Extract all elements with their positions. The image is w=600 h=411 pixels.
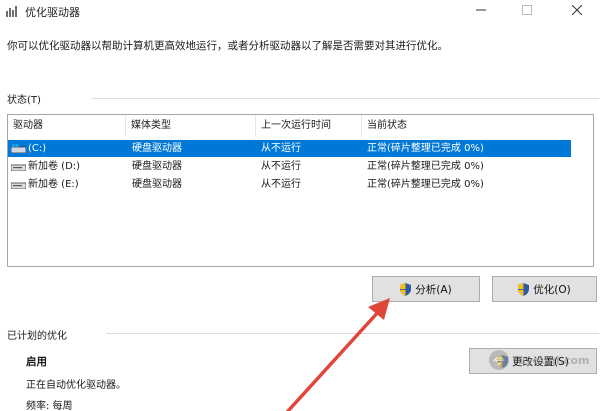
watermark-text: luyouqi.com <box>514 353 590 367</box>
router-logo-icon <box>489 350 509 370</box>
watermark: luyouqi.com <box>488 349 590 371</box>
